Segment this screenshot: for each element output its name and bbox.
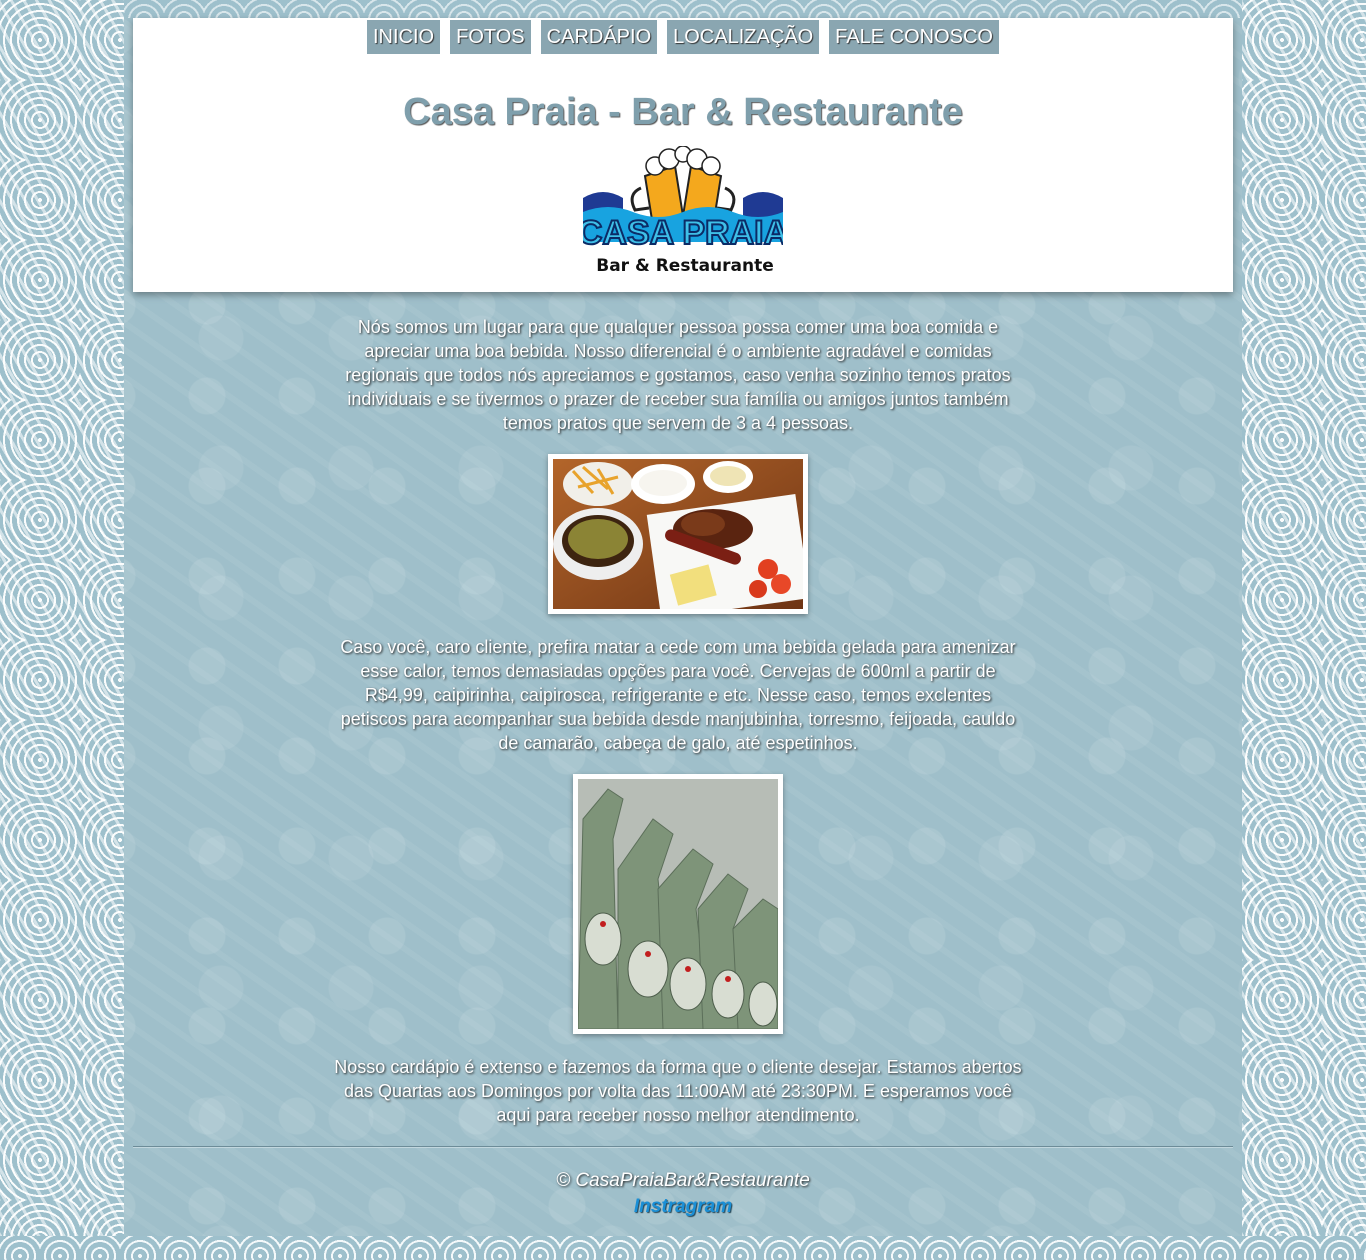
food-photo-frame <box>548 454 810 619</box>
footer-instagram-container: Instragram <box>133 1196 1233 1218</box>
nav-localizacao[interactable]: LOCALIZAÇÃO <box>667 20 820 54</box>
logo-main-text: CASA PRAIA <box>583 214 783 252</box>
nav-inicio[interactable]: INICIO <box>367 20 441 54</box>
casa-praia-logo: CASA PRAIA Bar & Restaurante <box>583 146 783 276</box>
footer-divider <box>133 1146 1233 1148</box>
drinks-paragraph: Caso você, caro cliente, prefira matar a… <box>340 637 1016 753</box>
nav-fale-conosco[interactable]: FALE CONOSCO <box>829 20 999 54</box>
menu-hours-paragraph: Nosso cardápio é extenso e fazemos da fo… <box>334 1057 1022 1125</box>
food-photo <box>553 459 810 619</box>
beer-photo <box>577 779 779 1030</box>
logo-sub-text: Bar & Restaurante <box>596 256 774 276</box>
top-wave-border <box>124 0 1242 18</box>
nav-cardapio[interactable]: CARDÁPIO <box>540 20 658 54</box>
bottom-wave-border <box>0 1236 1366 1260</box>
header-card: INICIO FOTOS CARDÁPIO LOCALIZAÇÃO FALE C… <box>133 18 1233 292</box>
instagram-link[interactable]: Instragram <box>634 1196 732 1217</box>
main-nav: INICIO FOTOS CARDÁPIO LOCALIZAÇÃO FALE C… <box>133 20 1233 54</box>
left-wave-border <box>0 0 124 1260</box>
page-title: Casa Praia - Bar & Restaurante <box>403 91 963 133</box>
beer-photo-frame <box>573 774 783 1034</box>
nav-fotos[interactable]: FOTOS <box>450 20 531 54</box>
intro-paragraph: Nós somos um lugar para que qualquer pes… <box>345 317 1011 433</box>
footer-copyright: © CasaPraiaBar&Restaurante <box>556 1170 810 1191</box>
right-wave-border <box>1242 0 1366 1260</box>
